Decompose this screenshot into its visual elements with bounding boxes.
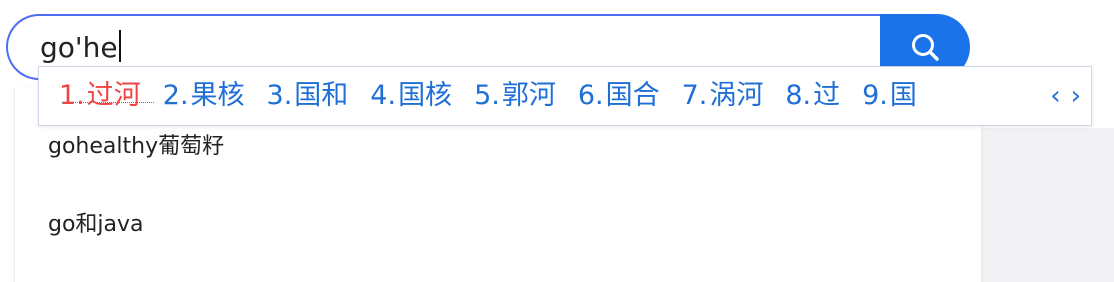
ime-candidate-8[interactable]: 8.过 <box>785 79 840 113</box>
chevron-left-icon[interactable]: ‹ <box>1050 81 1060 111</box>
suggestion-item[interactable]: gohealthy葡萄籽 <box>48 128 224 160</box>
ime-candidate-bar: 1.过河 2.果核 3.国和 4.国核 5.郭河 6.国合 7.涡河 8.过 9… <box>38 66 1092 126</box>
chevron-right-icon[interactable]: › <box>1071 81 1081 111</box>
ime-candidate-4[interactable]: 4.国核 <box>370 79 452 113</box>
ime-page-nav: ‹ › <box>1050 81 1081 111</box>
ime-candidate-3[interactable]: 3.国和 <box>267 79 349 113</box>
search-query-text: go'he <box>40 31 118 64</box>
search-icon <box>912 34 939 61</box>
ime-candidate-5[interactable]: 5.郭河 <box>474 79 556 113</box>
composition-underline <box>62 102 154 103</box>
ime-candidate-6[interactable]: 6.国合 <box>578 79 660 113</box>
ime-candidate-list: 1.过河 2.果核 3.国和 4.国核 5.郭河 6.国合 7.涡河 8.过 9… <box>59 79 939 113</box>
suggestion-item[interactable]: go和java <box>48 206 144 238</box>
ime-candidate-9[interactable]: 9.国 <box>862 79 917 113</box>
search-input[interactable]: go'he <box>40 28 121 68</box>
page-background-panel <box>980 128 1114 282</box>
text-caret <box>118 30 121 62</box>
ime-candidate-2[interactable]: 2.果核 <box>163 79 245 113</box>
ime-candidate-7[interactable]: 7.涡河 <box>682 79 764 113</box>
ime-candidate-1[interactable]: 1.过河 <box>59 79 141 113</box>
browser-search-page: go'he gohealthy葡萄籽 go和java 1.过河 2.果核 3.国… <box>0 0 1114 282</box>
